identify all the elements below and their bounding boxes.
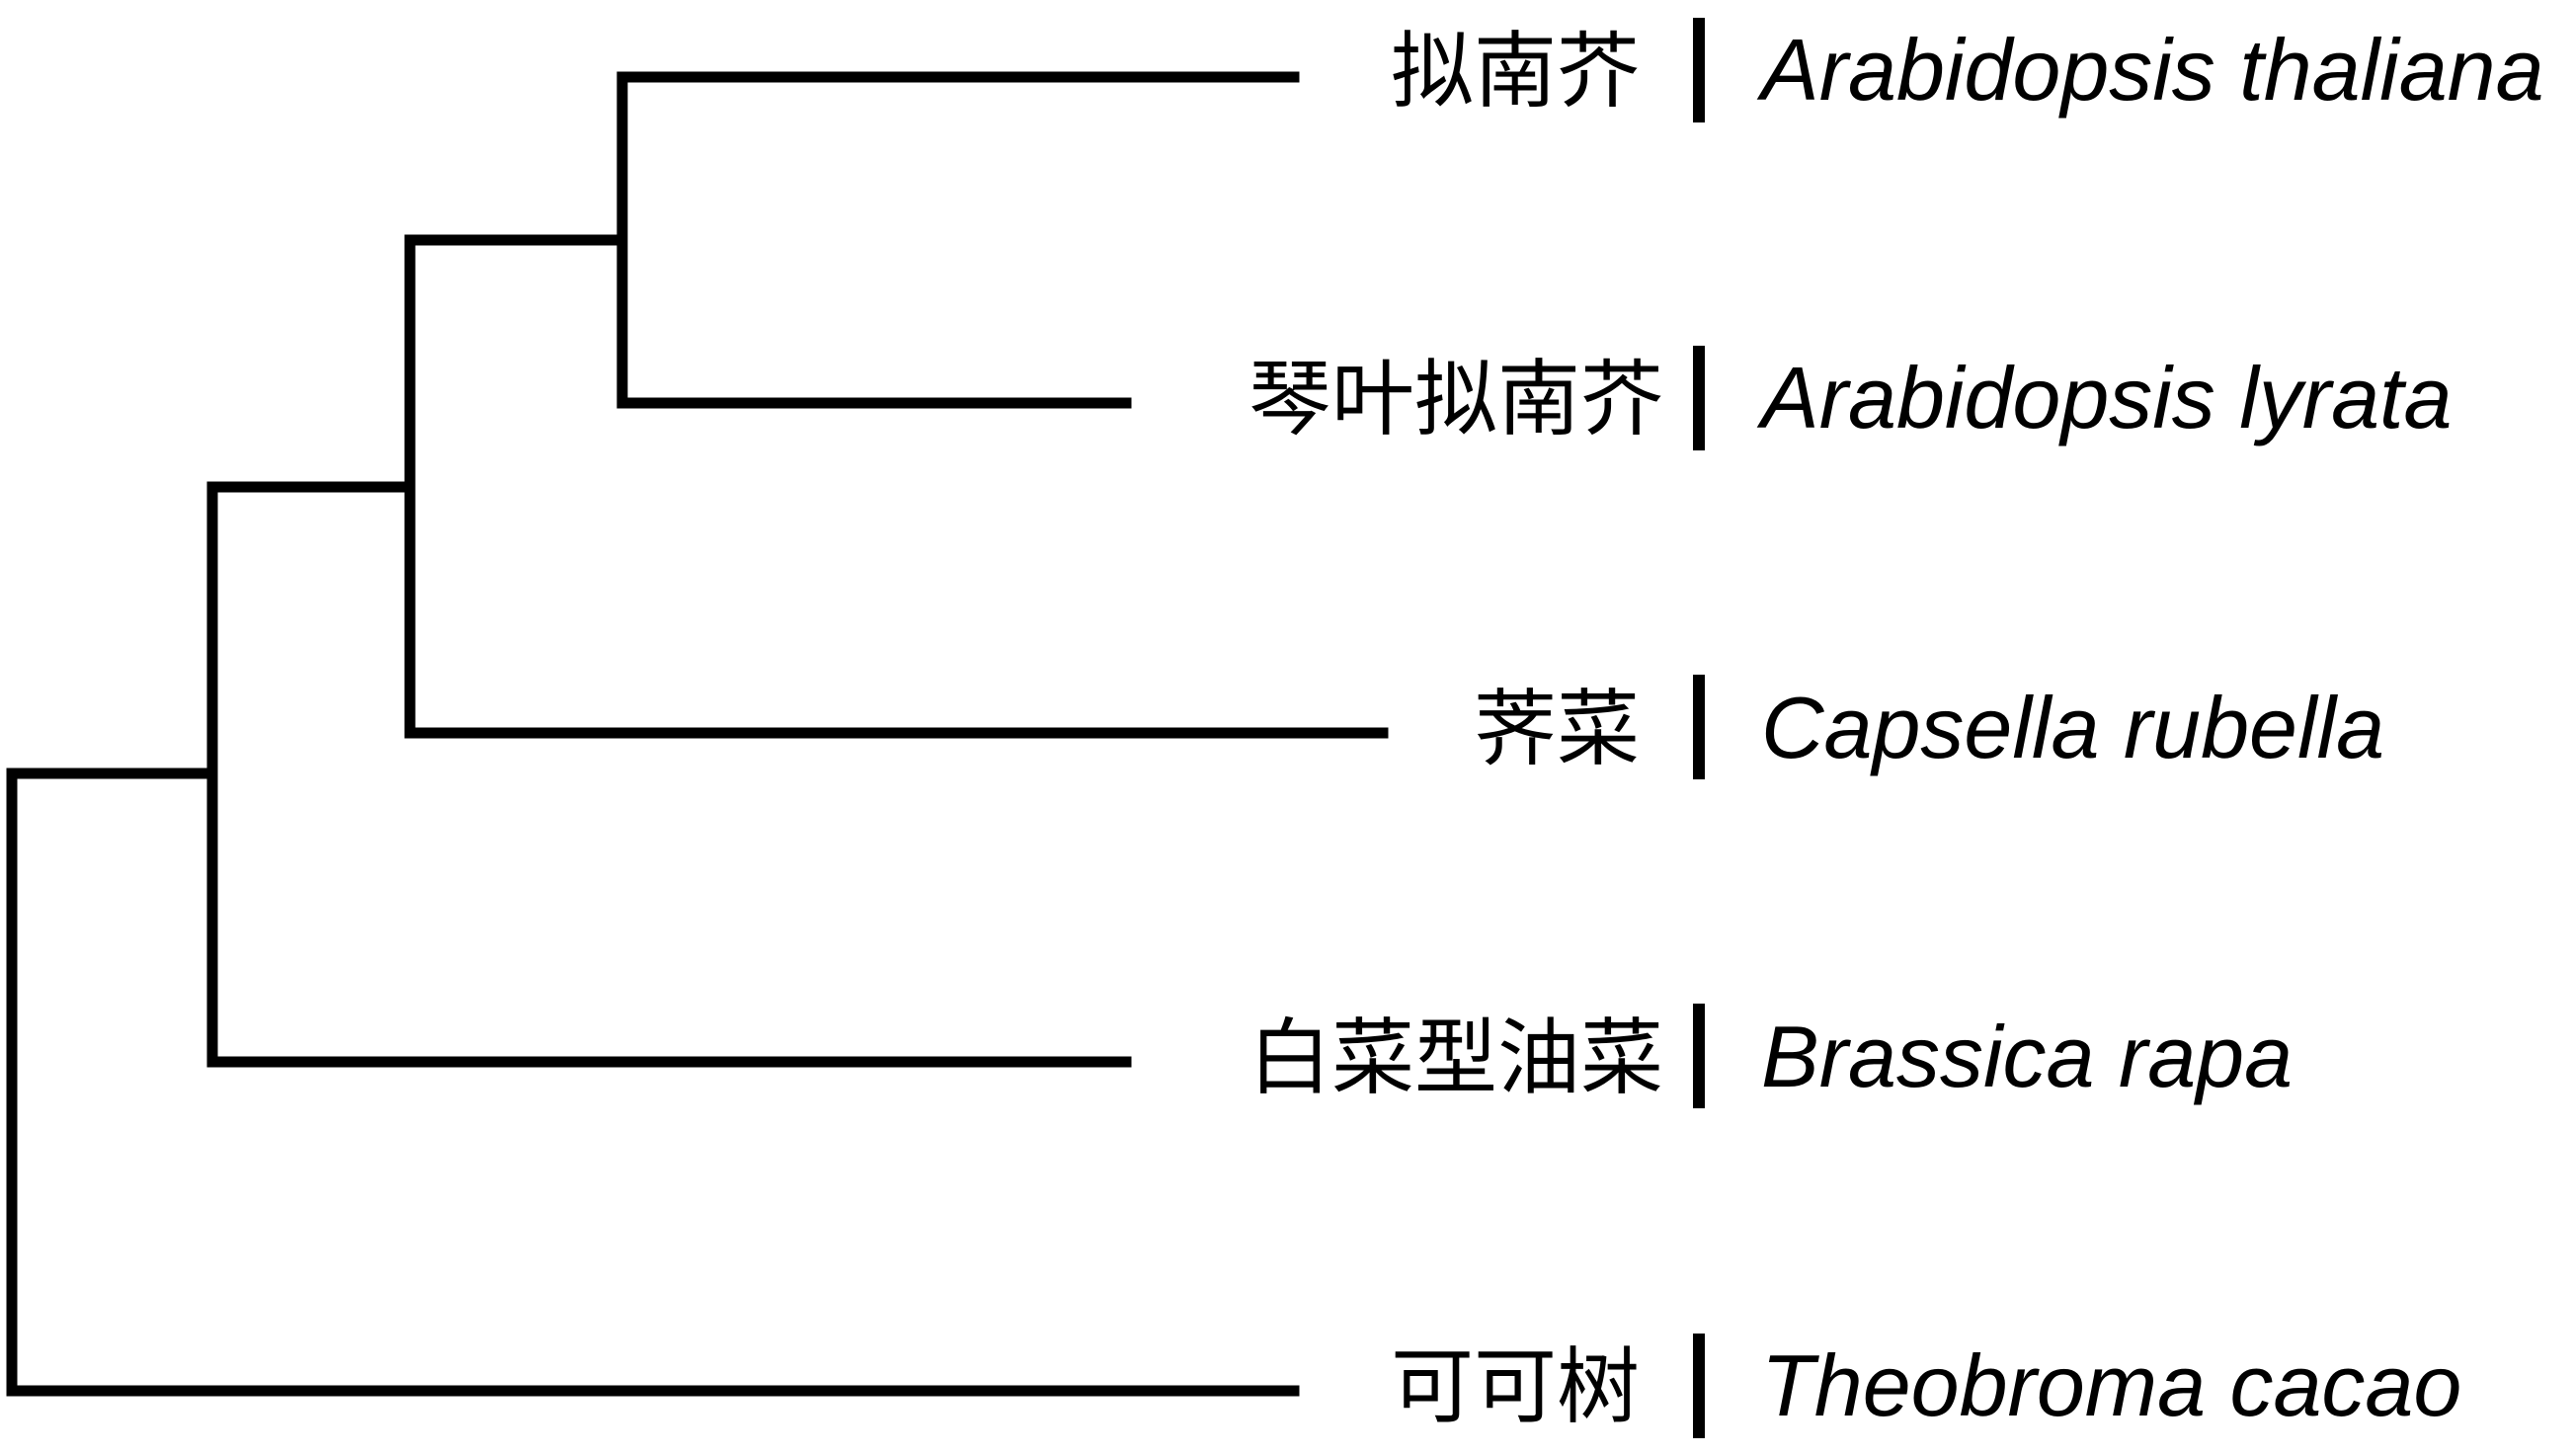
label-separator	[1693, 1004, 1705, 1108]
branch-arabidopsis-capsella	[404, 234, 1389, 739]
taxon-label-1: 琴叶拟南芥 Arabidopsis lyrata	[1248, 346, 2452, 450]
taxon-chinese-name: 白菜型油菜	[1248, 1010, 1663, 1106]
taxon-latin-name: Arabidopsis thaliana	[1756, 21, 2544, 119]
taxon-chinese-name: 荠菜	[1474, 681, 1640, 777]
label-separator	[1693, 675, 1705, 779]
label-separator	[1693, 1334, 1705, 1438]
taxon-label-3: 白菜型油菜 Brassica rapa	[1248, 1004, 2293, 1108]
taxon-label-0: 拟南芥 Arabidopsis thaliana	[1391, 18, 2544, 122]
taxon-label-4: 可可树 Theobroma cacao	[1391, 1334, 2461, 1438]
phylogenetic-tree: 拟南芥 Arabidopsis thaliana 琴叶拟南芥 Arabidops…	[6, 18, 2544, 1438]
taxon-latin-name: Theobroma cacao	[1761, 1336, 2461, 1434]
branch-capsella-brassica	[206, 481, 1132, 1068]
tree-branches	[6, 71, 1389, 1397]
taxon-chinese-name: 拟南芥	[1391, 23, 1640, 120]
taxon-latin-name: Brassica rapa	[1761, 1008, 2293, 1105]
label-separator	[1693, 18, 1705, 122]
taxon-chinese-name: 琴叶拟南芥	[1248, 351, 1663, 447]
taxon-latin-name: Arabidopsis lyrata	[1756, 349, 2452, 446]
taxon-chinese-name: 可可树	[1391, 1338, 1640, 1435]
branch-thaliana-lyrata	[616, 71, 1300, 409]
branch-root	[6, 768, 1300, 1397]
taxon-latin-name: Capsella rubella	[1761, 679, 2384, 776]
label-separator	[1693, 346, 1705, 450]
taxon-label-2: 荠菜 Capsella rubella	[1474, 675, 2384, 779]
